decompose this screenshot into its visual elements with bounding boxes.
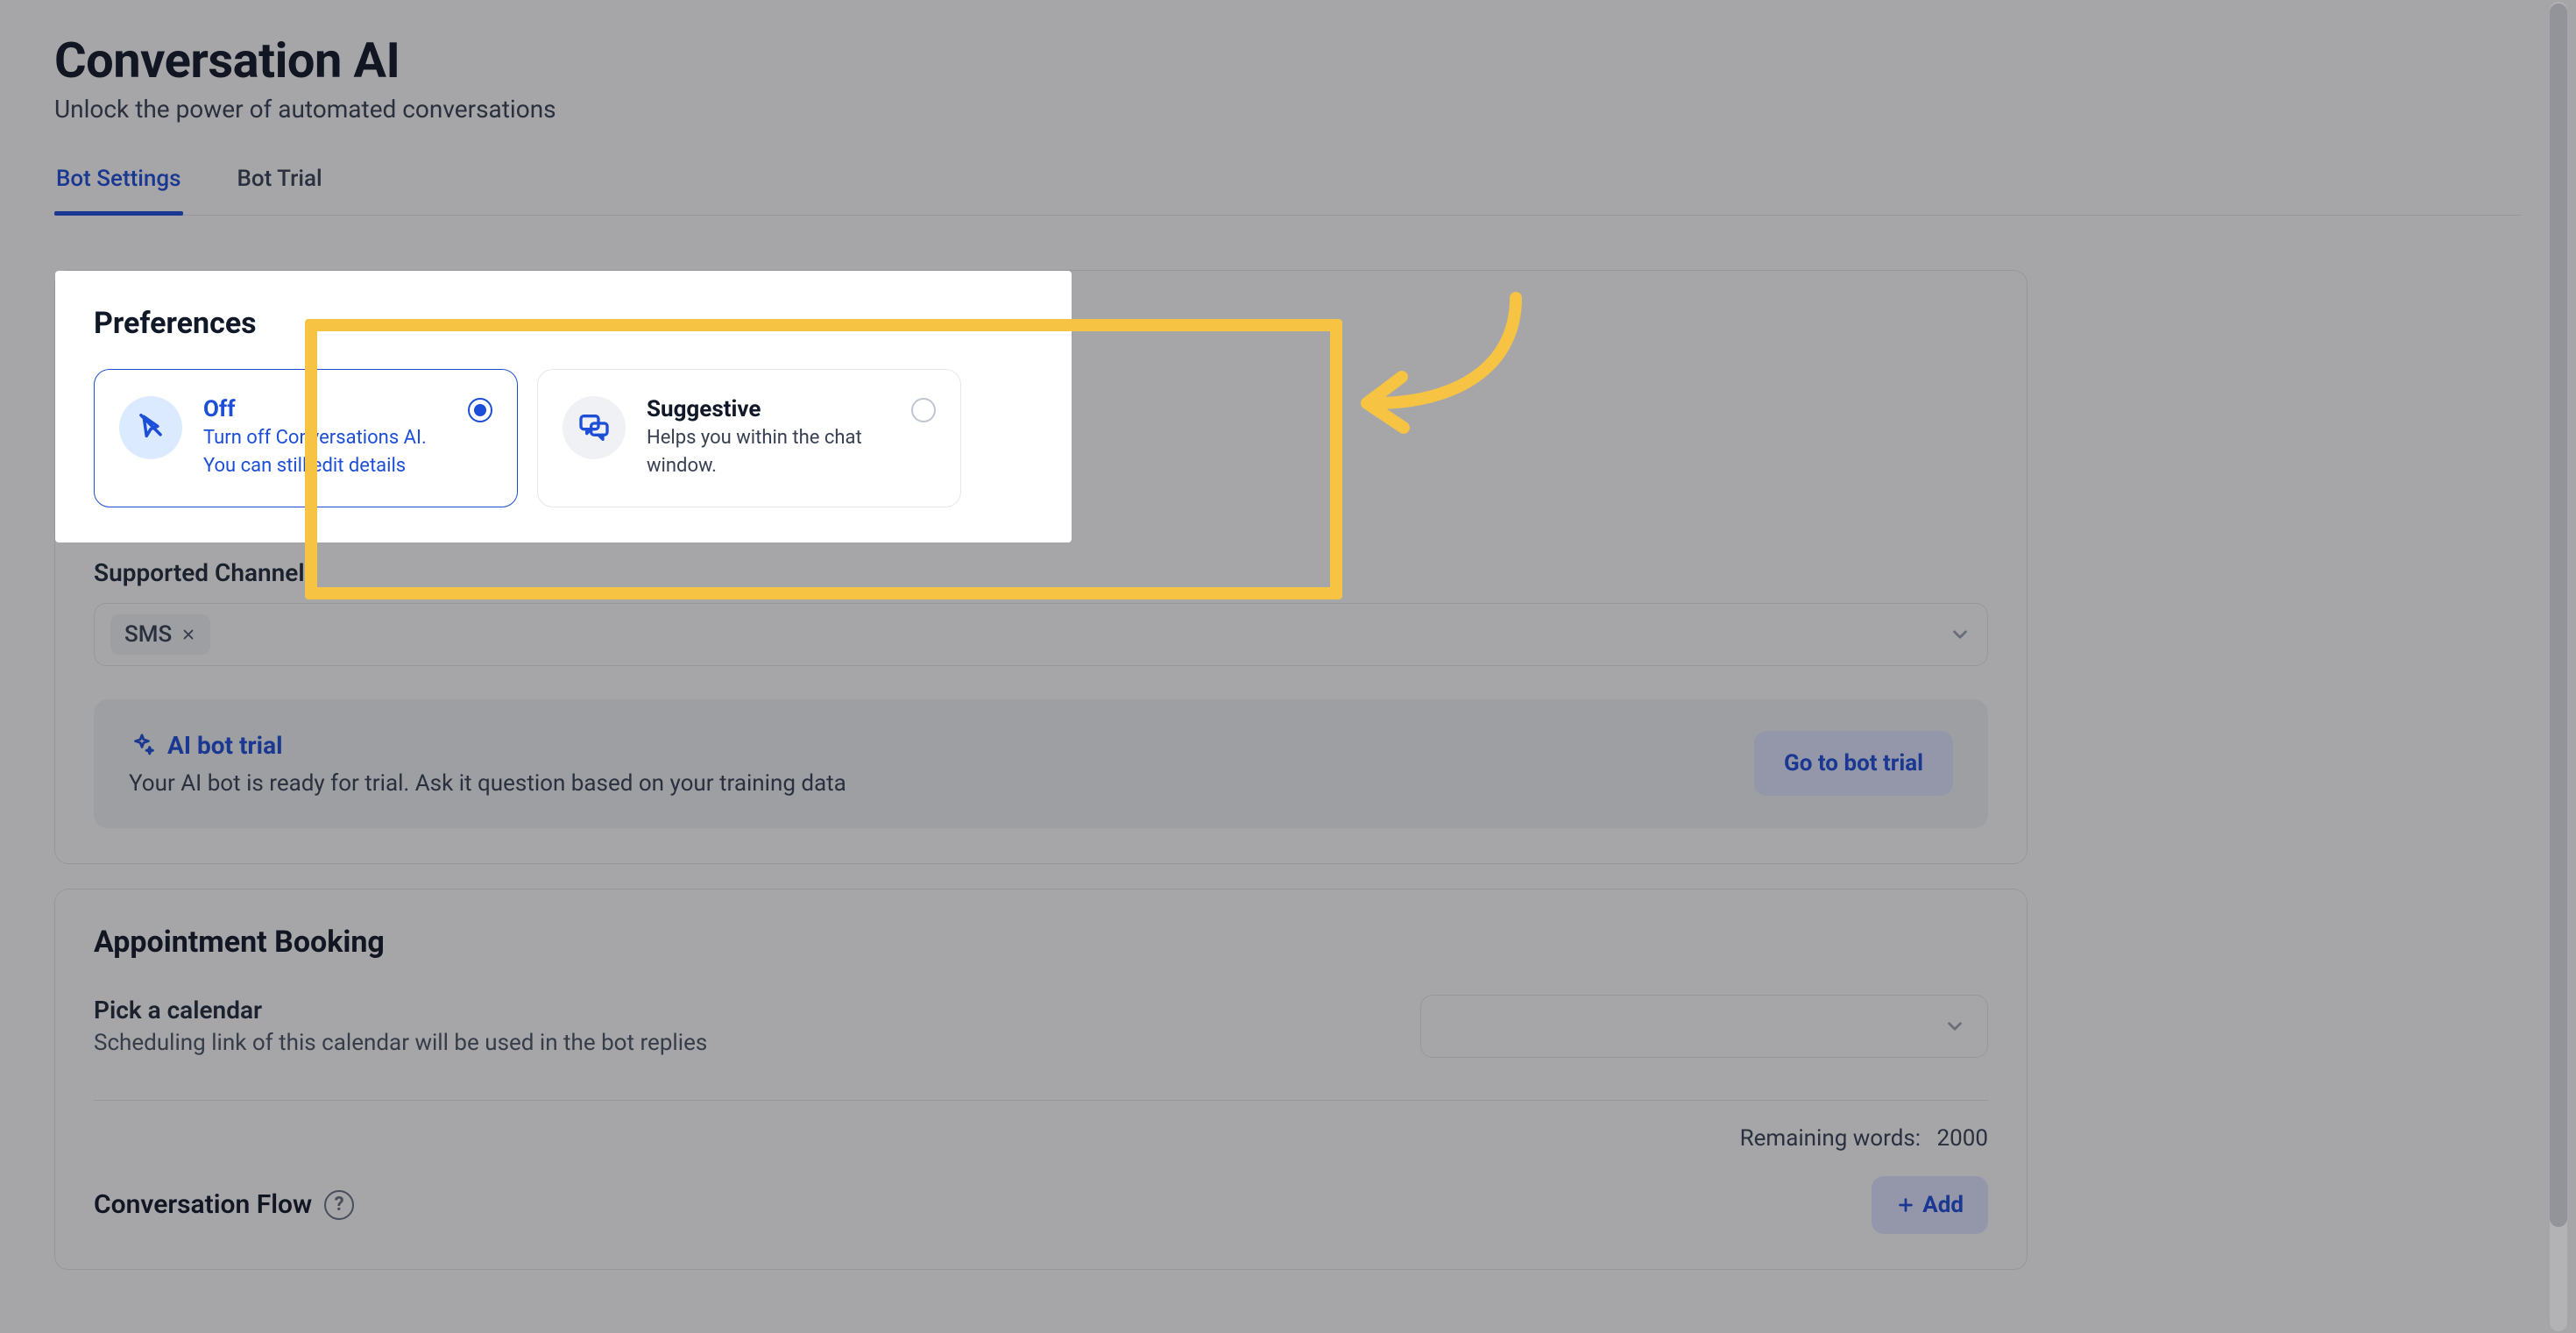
cursor-off-icon <box>119 396 182 459</box>
pref-off-line1: Turn off Conversations AI. <box>203 424 427 452</box>
preference-card-suggestive[interactable]: Suggestive Helps you within the chat win… <box>537 369 961 507</box>
pref-off-title: Off <box>203 396 427 422</box>
dim-overlay <box>0 0 2576 1333</box>
pref-off-line2: You can still edit details <box>203 452 427 480</box>
pref-off-radio[interactable] <box>468 398 492 422</box>
pref-sugg-line1: Helps you within the chat window. <box>647 424 936 480</box>
preference-card-off[interactable]: Off Turn off Conversations AI. You can s… <box>94 369 518 507</box>
pref-sugg-radio[interactable] <box>911 398 936 422</box>
scrollbar[interactable] <box>2550 2 2567 1331</box>
pref-sugg-title: Suggestive <box>647 396 936 422</box>
preferences-heading: Preferences <box>94 306 1033 341</box>
scrollbar-thumb[interactable] <box>2550 4 2567 1227</box>
chat-icon <box>563 396 626 459</box>
